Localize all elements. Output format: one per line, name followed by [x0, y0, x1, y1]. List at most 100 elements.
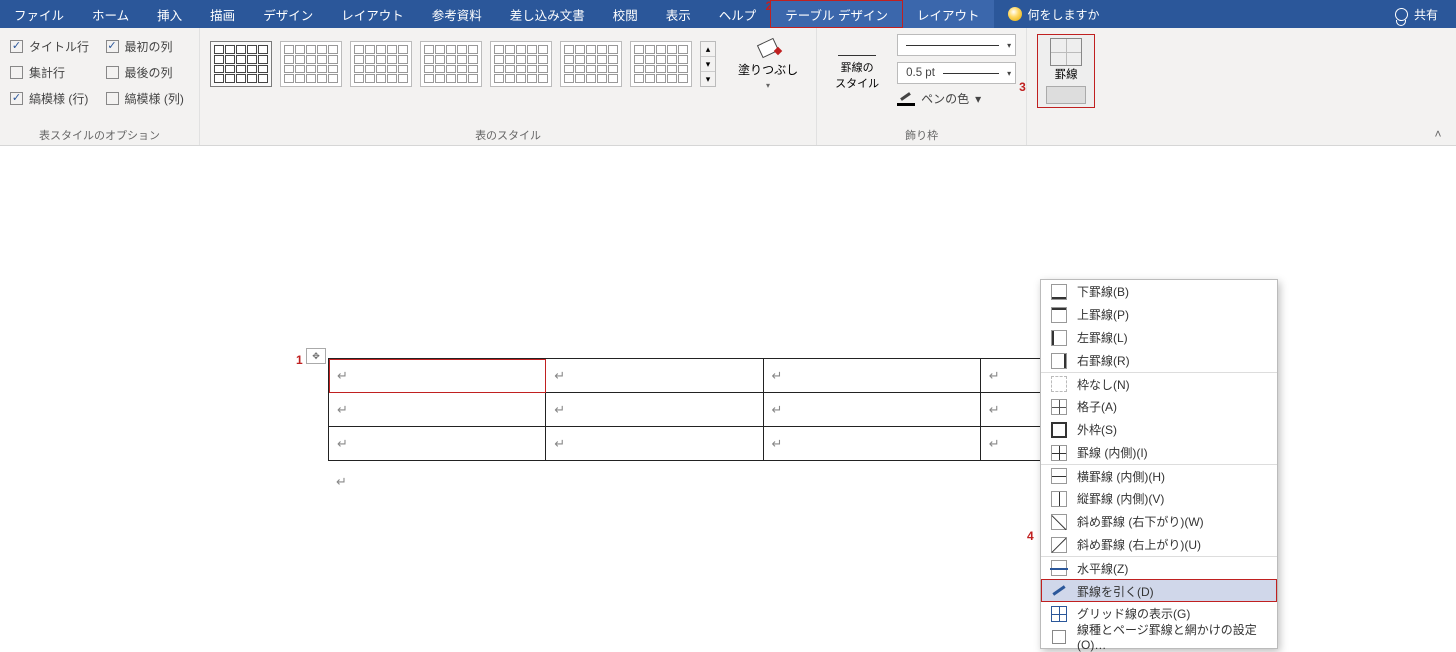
tab-home[interactable]: ホーム — [78, 0, 143, 28]
chevron-down-icon: ▾ — [1007, 41, 1011, 50]
paragraph-mark-icon: ↵ — [772, 402, 783, 417]
table-style-thumb[interactable] — [210, 41, 272, 87]
tab-help[interactable]: ヘルプ 2 — [705, 0, 771, 28]
chevron-down-icon: ▾ — [766, 81, 770, 90]
table-cell[interactable]: ↵ — [329, 359, 546, 393]
dd-outside-borders[interactable]: 外枠(S) — [1041, 418, 1277, 441]
tab-table-design[interactable]: テーブル デザイン — [770, 0, 903, 28]
table-style-thumb[interactable] — [280, 41, 342, 87]
group-borders: 罫線の スタイル ▾ 0.5 pt ▾ ペンの色 ▾ 飾り枠 — [817, 28, 1027, 145]
table-cell[interactable]: ↵ — [763, 427, 980, 461]
diagonal-down-icon — [1051, 514, 1067, 530]
dd-borders-dialog[interactable]: 線種とページ罫線と網かけの設定(O)… — [1041, 625, 1277, 648]
chk-total-row[interactable]: 集計行 — [10, 60, 94, 84]
table-cell[interactable]: ↵ — [546, 393, 763, 427]
pen-icon — [897, 92, 915, 106]
more-icon: ▾ — [701, 72, 715, 86]
checkbox-icon — [10, 40, 23, 53]
paragraph-mark-icon: ↵ — [337, 436, 348, 451]
dd-all-borders[interactable]: 格子(A) — [1041, 395, 1277, 418]
dd-left-border[interactable]: 左罫線(L) — [1041, 326, 1277, 349]
table-cell[interactable]: ↵ — [546, 427, 763, 461]
tab-view[interactable]: 表示 — [652, 0, 705, 28]
dd-inside-vertical[interactable]: 縦罫線 (内側)(V) — [1041, 487, 1277, 510]
table-cell[interactable]: ↵ — [329, 393, 546, 427]
pen-color-button[interactable]: ペンの色 ▾ — [897, 90, 1016, 107]
paragraph-mark-icon: ↵ — [337, 368, 348, 383]
tab-table-layout[interactable]: レイアウト — [903, 0, 994, 28]
tab-insert[interactable]: 挿入 — [143, 0, 196, 28]
tab-review[interactable]: 校閲 — [599, 0, 652, 28]
pencil-icon — [1051, 583, 1067, 599]
tab-draw[interactable]: 描画 — [196, 0, 249, 28]
dialog-icon — [1051, 629, 1067, 645]
table-cell[interactable]: ↵ — [329, 427, 546, 461]
table-styles-gallery[interactable]: ▴ ▾ ▾ — [210, 41, 716, 87]
dd-no-border[interactable]: 枠なし(N) — [1041, 372, 1277, 395]
chk-banded-rows[interactable]: 縞模様 (行) — [10, 86, 94, 110]
dd-right-border[interactable]: 右罫線(R) — [1041, 349, 1277, 372]
group-label-borders: 飾り枠 — [827, 125, 1016, 143]
dd-diagonal-up[interactable]: 斜め罫線 (右上がり)(U) — [1041, 533, 1277, 556]
chk-last-col[interactable]: 最後の列 — [106, 60, 190, 84]
chevron-up-icon: ˄ — [1434, 127, 1441, 141]
border-line-style-combo[interactable]: ▾ — [897, 34, 1016, 56]
table-cell[interactable]: ↵ — [763, 359, 980, 393]
line-sample-icon — [943, 73, 999, 74]
dd-inside-horizontal[interactable]: 横罫線 (内側)(H) — [1041, 464, 1277, 487]
paragraph-mark-icon: ↵ — [554, 368, 565, 383]
shading-button[interactable]: 塗りつぶし ▾ — [730, 34, 806, 94]
dd-draw-border[interactable]: 罫線を引く(D) — [1041, 579, 1277, 602]
shading-label: 塗りつぶし — [738, 61, 798, 78]
borders-dropdown-toggle[interactable] — [1046, 86, 1086, 104]
group-table-styles: ▴ ▾ ▾ 塗りつぶし ▾ 表のスタイル — [200, 28, 817, 145]
ribbon-tabs: ファイル ホーム 挿入 描画 デザイン レイアウト 参考資料 差し込み文書 校閲… — [0, 0, 1456, 28]
horizontal-line-icon — [1051, 560, 1067, 576]
table-style-thumb[interactable] — [560, 41, 622, 87]
table-cell[interactable]: ↵ — [546, 359, 763, 393]
checkbox-icon — [106, 40, 119, 53]
tab-design[interactable]: デザイン — [249, 0, 327, 28]
table-style-thumb[interactable] — [490, 41, 552, 87]
chk-first-col[interactable]: 最初の列 — [106, 34, 190, 58]
ribbon: タイトル行 最初の列 集計行 最後の列 縞模様 (行) 縞模様 (列) 表スタイ… — [0, 28, 1456, 146]
dd-top-border[interactable]: 上罫線(P) — [1041, 303, 1277, 326]
collapse-ribbon-button[interactable]: ˄ — [1428, 127, 1448, 141]
dd-bottom-border[interactable]: 下罫線(B) — [1041, 280, 1277, 303]
table-style-thumb[interactable] — [350, 41, 412, 87]
left-border-icon — [1051, 330, 1067, 346]
table-style-thumb[interactable] — [420, 41, 482, 87]
tab-layout[interactable]: レイアウト — [327, 0, 418, 28]
tab-file[interactable]: ファイル — [0, 0, 78, 28]
table-style-thumb[interactable] — [630, 41, 692, 87]
dd-horizontal-line[interactable]: 水平線(Z) — [1041, 556, 1277, 579]
gallery-more-button[interactable]: ▴ ▾ ▾ — [700, 41, 716, 87]
borders-split-button[interactable]: 罫線 — [1037, 34, 1095, 108]
table-cell[interactable]: ↵ — [763, 393, 980, 427]
borders-label: 罫線 — [1055, 66, 1078, 82]
chevron-down-icon: ▾ — [1007, 69, 1011, 78]
diagonal-up-icon — [1051, 537, 1067, 553]
border-styles-button[interactable]: 罫線の スタイル — [827, 34, 887, 95]
chevron-down-icon: ▾ — [975, 92, 981, 106]
table-move-handle[interactable]: ✥ — [306, 348, 326, 364]
tab-references[interactable]: 参考資料 — [418, 0, 496, 28]
badge-3: 3 — [1019, 80, 1026, 94]
checkbox-icon — [10, 66, 23, 79]
paragraph-mark-icon: ↵ — [554, 402, 565, 417]
share-label: 共有 — [1414, 6, 1438, 23]
gridlines-icon — [1051, 606, 1067, 622]
chk-banded-cols[interactable]: 縞模様 (列) — [106, 86, 190, 110]
group-label-table-styles: 表のスタイル — [210, 125, 806, 143]
chk-header-row[interactable]: タイトル行 — [10, 34, 94, 58]
border-weight-combo[interactable]: 0.5 pt ▾ — [897, 62, 1016, 84]
dd-diagonal-down[interactable]: 斜め罫線 (右下がり)(W) — [1041, 510, 1277, 533]
dd-inside-borders[interactable]: 罫線 (内側)(I) — [1041, 441, 1277, 464]
checkbox-icon — [10, 92, 23, 105]
tab-help-label: ヘルプ — [719, 5, 757, 24]
tab-mailings[interactable]: 差し込み文書 — [496, 0, 599, 28]
tell-me-search[interactable]: 何をしますか — [994, 0, 1114, 28]
share-button[interactable]: 共有 — [1377, 0, 1456, 28]
badge-1: 1 — [296, 353, 303, 367]
line-sample-icon — [906, 45, 999, 46]
